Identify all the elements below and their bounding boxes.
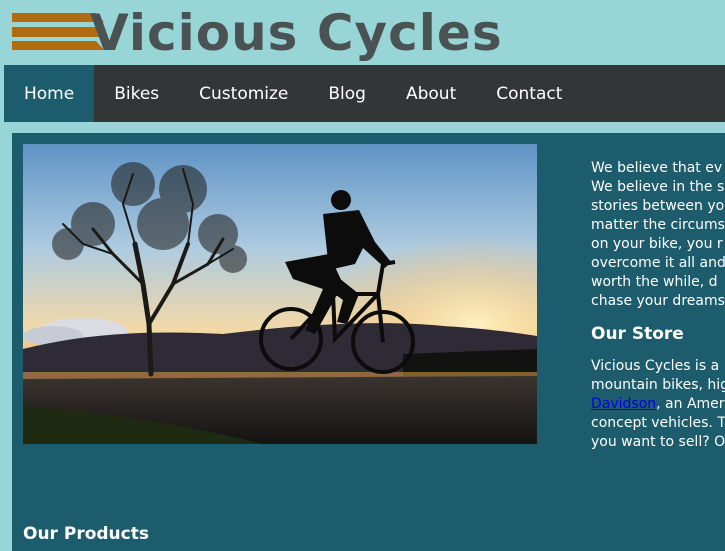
store-line: Vicious Cycles is a xyxy=(591,358,720,374)
nav-bikes[interactable]: Bikes xyxy=(94,65,179,122)
intro-line: on your bike, you r xyxy=(591,236,723,252)
store-line: mountain bikes, hig xyxy=(591,377,725,393)
nav-about[interactable]: About xyxy=(386,65,476,122)
hero-cyclist-photo xyxy=(23,144,537,444)
nav-home[interactable]: Home xyxy=(4,65,95,122)
intro-line: We believe that ev xyxy=(591,160,723,176)
main-nav: Home Bikes Customize Blog About Contact xyxy=(4,65,725,122)
intro-line: chase your dreams xyxy=(591,293,725,309)
store-line-text: , an Ameri xyxy=(656,396,725,412)
intro-column: We believe that ev We believe in the s s… xyxy=(591,159,725,452)
site-logo-text[interactable]: Vicious Cycles xyxy=(90,3,503,63)
store-line: concept vehicles. T xyxy=(591,415,725,431)
nav-customize[interactable]: Customize xyxy=(179,65,308,122)
intro-line: stories between yo xyxy=(591,198,725,214)
intro-line: overcome it all and xyxy=(591,255,725,271)
nav-blog[interactable]: Blog xyxy=(308,65,386,122)
nav-contact[interactable]: Contact xyxy=(476,65,582,122)
davidson-link[interactable]: Davidson xyxy=(591,396,656,412)
store-line: Davidson, an Ameri xyxy=(591,395,725,414)
store-heading: Our Store xyxy=(591,324,684,344)
intro-line: worth the while, d xyxy=(591,274,718,290)
intro-line: We believe in the s xyxy=(591,179,725,195)
products-heading: Our Products xyxy=(23,524,149,544)
store-line: you want to sell? O xyxy=(591,434,725,450)
intro-line: matter the circums xyxy=(591,217,725,233)
main-content: We believe that ev We believe in the s s… xyxy=(12,133,725,551)
site-header: Vicious Cycles xyxy=(0,0,725,65)
